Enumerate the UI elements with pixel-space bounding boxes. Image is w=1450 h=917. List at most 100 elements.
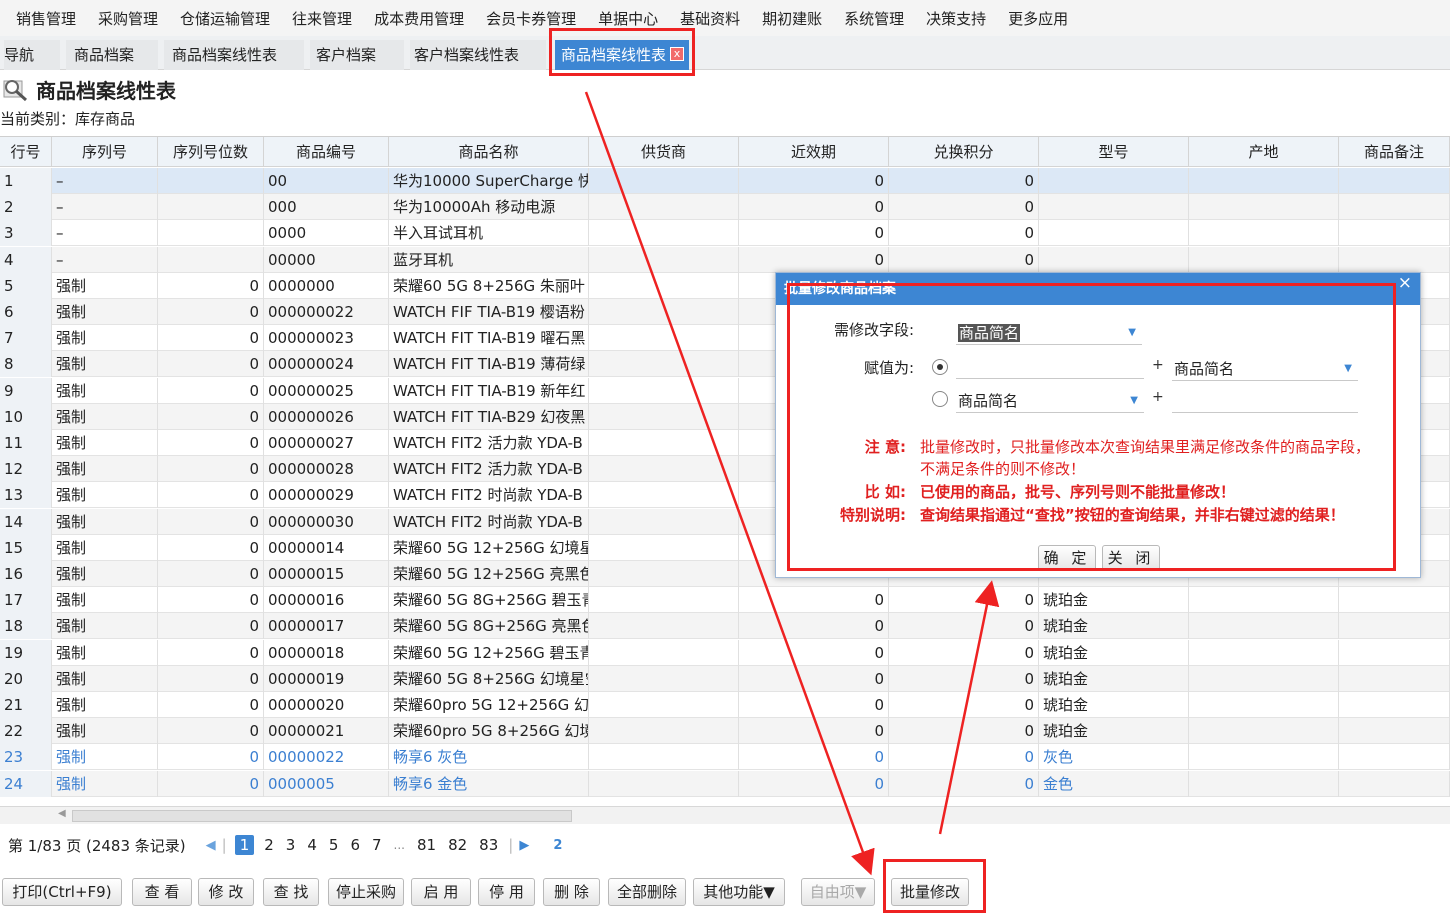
menu-purchase[interactable]: 采购管理 bbox=[98, 8, 158, 29]
cell-origin bbox=[1189, 613, 1339, 640]
cell-supplier bbox=[589, 220, 739, 247]
other-functions-button[interactable]: 其他功能▼ bbox=[693, 878, 785, 906]
tab-customer-archive[interactable]: 客户档案 bbox=[310, 40, 404, 70]
dialog-close-icon[interactable]: × bbox=[1398, 273, 1412, 293]
col-header-row-no[interactable]: 行号 bbox=[0, 137, 52, 167]
menu-decision[interactable]: 决策支持 bbox=[926, 8, 986, 29]
page-4[interactable]: 4 bbox=[307, 836, 317, 854]
prev-page-icon[interactable]: ◀ bbox=[206, 838, 216, 853]
delete-button[interactable]: 删 除 bbox=[543, 878, 600, 906]
page-3[interactable]: 3 bbox=[286, 836, 296, 854]
confirm-button[interactable]: 确 定 bbox=[1038, 545, 1096, 571]
col-header-product-name[interactable]: 商品名称 bbox=[389, 137, 589, 167]
custom-value-input[interactable] bbox=[956, 355, 1144, 379]
col-header-model[interactable]: 型号 bbox=[1039, 137, 1189, 167]
col-header-product-code[interactable]: 商品编号 bbox=[264, 137, 389, 167]
radio-custom-value[interactable] bbox=[932, 359, 948, 375]
tab-nav[interactable]: 导航 bbox=[4, 40, 60, 70]
cell-row-no: 1 bbox=[0, 168, 52, 194]
menu-warehouse[interactable]: 仓储运输管理 bbox=[180, 8, 270, 29]
table-row[interactable]: 3– 0000 半入耳试耳机 0 0 bbox=[0, 220, 1450, 247]
cell-serial: – bbox=[52, 246, 158, 273]
top-menu-bar: 销售管理 采购管理 仓储运输管理 往来管理 成本费用管理 会员卡券管理 单据中心… bbox=[0, 0, 1450, 36]
delete-all-button[interactable]: 全部删除 bbox=[608, 878, 686, 906]
menu-opening[interactable]: 期初建账 bbox=[762, 8, 822, 29]
next-page-icon[interactable]: ▶ bbox=[519, 838, 529, 853]
source-field-select[interactable]: 商品简名 ▼ bbox=[956, 389, 1144, 413]
print-button[interactable]: 打印(Ctrl+F9) bbox=[2, 878, 122, 906]
page-5[interactable]: 5 bbox=[329, 836, 339, 854]
col-header-serial-digits[interactable]: 序列号位数 bbox=[158, 137, 264, 167]
table-row[interactable]: 17 强制 0 00000016 荣耀60 5G 8G+256G 碧玉青 0 0 琥珀金 bbox=[0, 587, 1450, 614]
col-header-serial[interactable]: 序列号 bbox=[52, 137, 158, 167]
col-header-near-expiry[interactable]: 近效期 bbox=[739, 137, 889, 167]
tab-customer-linear[interactable]: 客户档案线性表 bbox=[410, 40, 546, 70]
col-header-points[interactable]: 兑换积分 bbox=[889, 137, 1039, 167]
scroll-left-icon[interactable]: ◀ bbox=[58, 808, 66, 819]
batch-edit-button[interactable]: 批量修改 bbox=[891, 878, 969, 906]
page-6[interactable]: 6 bbox=[350, 836, 360, 854]
page-81[interactable]: 81 bbox=[417, 836, 436, 854]
find-button[interactable]: 查 找 bbox=[263, 878, 319, 906]
field-select[interactable]: 商品简名 ▼ bbox=[956, 321, 1142, 345]
refresh-icon[interactable]: 2 bbox=[553, 838, 562, 853]
table-row[interactable]: 23 强制 0 00000022 畅享6 灰色 0 0 灰色 bbox=[0, 744, 1450, 771]
cell-product-code: 000000025 bbox=[264, 377, 389, 404]
page-83[interactable]: 83 bbox=[479, 836, 498, 854]
cell-serial-digits: 0 bbox=[158, 718, 264, 745]
cell-row-no: 5 bbox=[0, 272, 52, 299]
page-7[interactable]: 7 bbox=[372, 836, 382, 854]
scroll-thumb[interactable] bbox=[72, 810, 572, 822]
enable-button[interactable]: 启 用 bbox=[411, 878, 471, 906]
col-header-origin[interactable]: 产地 bbox=[1189, 137, 1339, 167]
close-icon[interactable]: x bbox=[670, 46, 685, 61]
radio-field-value[interactable] bbox=[932, 391, 948, 407]
append-field-select[interactable]: 商品简名 ▼ bbox=[1172, 357, 1358, 381]
page-title: 商品档案线性表 bbox=[36, 78, 176, 103]
cell-serial: 强制 bbox=[52, 272, 158, 299]
table-row[interactable]: 18 强制 0 00000017 荣耀60 5G 8G+256G 亮黑色 0 0 琥珀金 bbox=[0, 613, 1450, 640]
cell-product-name: 蓝牙耳机 bbox=[389, 246, 589, 273]
menu-cost[interactable]: 成本费用管理 bbox=[374, 8, 464, 29]
custom-fields-button[interactable]: 自由项▼ bbox=[801, 878, 875, 906]
menu-accounts[interactable]: 往来管理 bbox=[292, 8, 352, 29]
table-row[interactable]: 19 强制 0 00000018 荣耀60 5G 12+256G 碧玉青 0 0 琥珀金 bbox=[0, 639, 1450, 666]
menu-basic-data[interactable]: 基础资料 bbox=[680, 8, 740, 29]
menu-documents[interactable]: 单据中心 bbox=[598, 8, 658, 29]
table-row[interactable]: 2– 000 华为10000Ah 移动电源 0 0 bbox=[0, 194, 1450, 221]
page-2[interactable]: 2 bbox=[264, 836, 274, 854]
cell-serial: 强制 bbox=[52, 692, 158, 718]
chevron-down-icon: ▼ bbox=[1128, 327, 1136, 338]
cell-model: 琥珀金 bbox=[1039, 639, 1189, 666]
page-1[interactable]: 1 bbox=[234, 835, 255, 855]
table-row[interactable]: 4– 00000 蓝牙耳机 0 0 bbox=[0, 246, 1450, 273]
suffix-input[interactable] bbox=[1172, 389, 1358, 413]
col-header-remark[interactable]: 商品备注 bbox=[1339, 137, 1450, 167]
menu-sales[interactable]: 销售管理 bbox=[16, 8, 76, 29]
table-row[interactable]: 21 强制 0 00000020 荣耀60pro 5G 12+256G 幻境 0 0 琥珀金 bbox=[0, 692, 1450, 718]
horizontal-scrollbar[interactable]: ◀ bbox=[0, 806, 1450, 824]
table-row[interactable]: 20 强制 0 00000019 荣耀60 5G 8+256G 幻境星空 0 0 琥珀金 bbox=[0, 665, 1450, 692]
page-82[interactable]: 82 bbox=[448, 836, 467, 854]
table-row[interactable]: 1–00 华为10000 SuperCharge 快充 0 0 bbox=[0, 168, 1450, 194]
menu-system[interactable]: 系统管理 bbox=[844, 8, 904, 29]
edit-button[interactable]: 修 改 bbox=[198, 878, 254, 906]
table-row[interactable]: 22 强制 0 00000021 荣耀60pro 5G 8+256G 幻境 0 0 琥珀金 bbox=[0, 718, 1450, 745]
cell-near-expiry: 0 bbox=[739, 246, 889, 273]
cell-model: 琥珀金 bbox=[1039, 665, 1189, 692]
cell-serial-digits: 0 bbox=[158, 587, 264, 614]
menu-more[interactable]: 更多应用 bbox=[1008, 8, 1068, 29]
cell-product-name: WATCH FIT TIA-B29 幻夜黑 bbox=[389, 403, 589, 430]
stop-purchase-button[interactable]: 停止采购 bbox=[328, 878, 404, 906]
menu-member[interactable]: 会员卡券管理 bbox=[486, 8, 576, 29]
tab-product-archive[interactable]: 商品档案 bbox=[66, 40, 158, 70]
tab-product-linear-active[interactable]: 商品档案线性表 x bbox=[555, 40, 689, 70]
tab-product-linear[interactable]: 商品档案线性表 bbox=[164, 40, 304, 70]
table-row[interactable]: 24 强制 0 0000005 畅享6 金色 0 0 金色 bbox=[0, 770, 1450, 797]
close-button[interactable]: 关 闭 bbox=[1102, 545, 1160, 571]
view-button[interactable]: 查 看 bbox=[132, 878, 192, 906]
disable-button[interactable]: 停 用 bbox=[478, 878, 535, 906]
cell-serial: 强制 bbox=[52, 508, 158, 535]
col-header-supplier[interactable]: 供货商 bbox=[589, 137, 739, 167]
cell-supplier bbox=[589, 272, 739, 299]
